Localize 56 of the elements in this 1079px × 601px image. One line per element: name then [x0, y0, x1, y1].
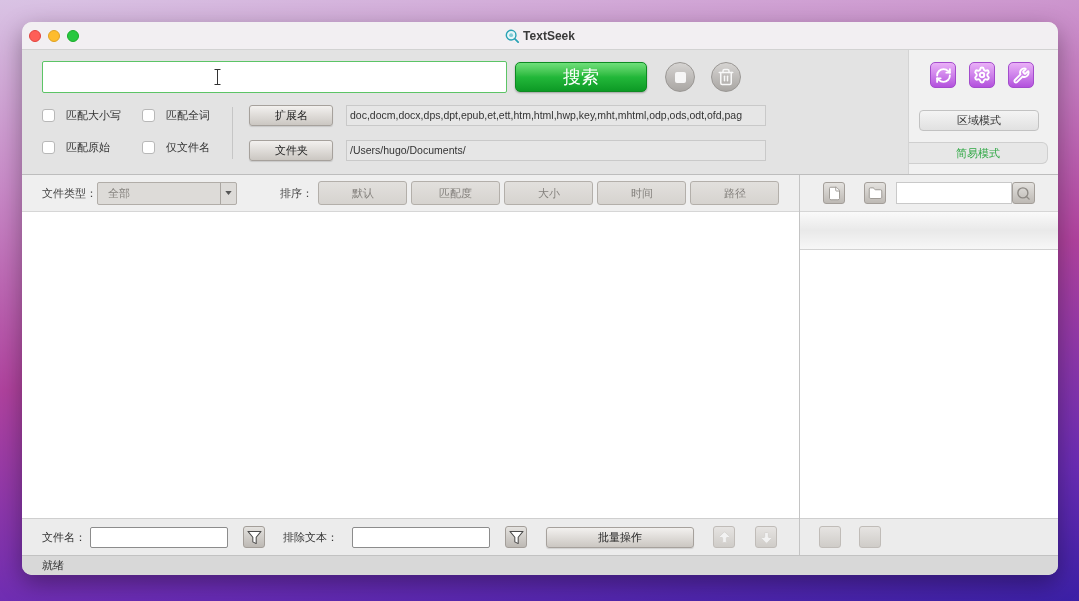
open-file-button[interactable] — [823, 182, 845, 204]
mode-tab[interactable]: 简易模式 — [909, 142, 1048, 164]
batch-button[interactable]: 批量操作 — [546, 526, 694, 548]
file-icon — [826, 185, 842, 201]
search-input[interactable] — [42, 61, 507, 93]
path-button[interactable]: 文件夹 — [249, 140, 333, 161]
search-icon-button[interactable] — [1012, 182, 1035, 204]
checkbox[interactable] — [142, 141, 155, 154]
nav-button[interactable] — [819, 526, 841, 548]
caret-down-icon — [225, 191, 232, 195]
filter-icon — [246, 529, 262, 545]
settings-button[interactable] — [969, 62, 995, 88]
minimize-window-icon[interactable] — [48, 29, 60, 42]
move-down-button[interactable] — [755, 526, 777, 548]
path-button[interactable]: 扩展名 — [249, 105, 333, 126]
stop-button[interactable] — [665, 62, 695, 92]
exclude-text-label: 排除文本： — [283, 529, 339, 545]
checkbox-label: 匹配全词 — [166, 108, 210, 124]
filter-icon — [508, 529, 524, 545]
filter-button[interactable] — [243, 526, 265, 548]
refresh-icon — [934, 66, 952, 84]
checkbox[interactable] — [42, 109, 55, 122]
checkbox-label: 匹配原始 — [66, 140, 110, 156]
clear-button[interactable] — [711, 62, 741, 92]
preview-search-field[interactable] — [896, 182, 1012, 204]
path-field[interactable]: /Users/hugo/Documents/ — [346, 140, 766, 161]
window-title: TextSeek — [523, 27, 575, 45]
nav-button[interactable] — [859, 526, 881, 548]
mode-tab[interactable]: 区域模式 — [919, 110, 1039, 131]
tools-button[interactable] — [1008, 62, 1034, 88]
zoom-window-icon[interactable] — [67, 29, 79, 42]
checkbox[interactable] — [42, 141, 55, 154]
folder-icon — [867, 185, 883, 201]
refresh-button[interactable] — [930, 62, 956, 88]
checkbox-label: 匹配大小写 — [66, 108, 121, 124]
file-type-label: 文件类型： — [42, 185, 97, 201]
trash-icon — [717, 68, 735, 86]
move-up-button[interactable] — [713, 526, 735, 548]
text-cursor-icon — [214, 69, 221, 85]
file-name-label: 文件名： — [42, 529, 87, 545]
search-button[interactable]: 搜索 — [515, 62, 647, 92]
wrench-icon — [1012, 66, 1030, 84]
path-field[interactable]: doc,docm,docx,dps,dpt,epub,et,ett,htm,html,hwp,key,mht,mhtml,odp,ods,odt,ofd,pag — [346, 105, 766, 126]
sort-label: 排序： — [280, 185, 314, 201]
settings-icon — [973, 66, 991, 84]
close-window-icon[interactable] — [29, 29, 41, 42]
app-logo-icon — [505, 28, 520, 43]
status-text: 就绪 — [42, 558, 64, 574]
checkbox[interactable] — [142, 109, 155, 122]
search-icon — [1016, 185, 1031, 201]
filter-button[interactable] — [505, 526, 527, 548]
file-name-input[interactable] — [90, 526, 228, 548]
stop-icon — [674, 71, 686, 83]
checkbox-label: 仅文件名 — [166, 140, 210, 156]
open-folder-button[interactable] — [864, 182, 886, 204]
exclude-text-input[interactable] — [352, 526, 490, 548]
